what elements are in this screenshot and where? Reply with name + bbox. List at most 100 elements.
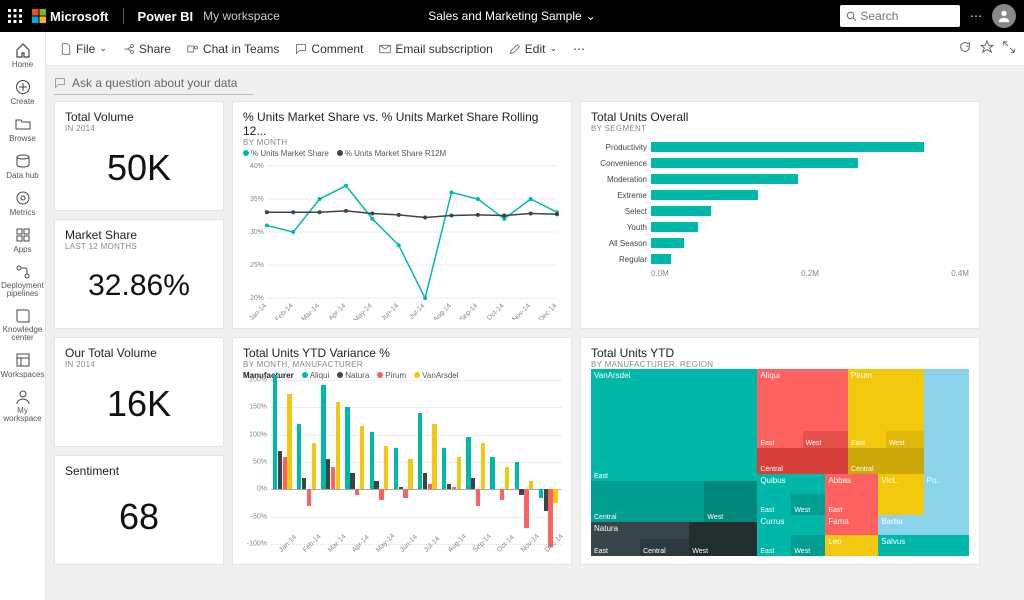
tile-title: % Units Market Share vs. % Units Market … [243, 110, 561, 138]
svg-text:30%: 30% [250, 229, 264, 236]
tile-subtitle: BY SEGMENT [591, 124, 969, 133]
report-title: Sales and Marketing Sample [428, 9, 581, 23]
microsoft-label: Microsoft [50, 9, 109, 24]
variance-chart: -100%-50%0%50%100%150%200%Jan-14Feb-14Ma… [243, 380, 561, 556]
line-legend: % Units Market Share % Units Market Shar… [243, 149, 561, 158]
nav-browse[interactable]: Browse [1, 112, 45, 147]
nav-label: Knowledge center [1, 326, 45, 342]
search-box[interactable] [840, 5, 960, 27]
tile-title: Total Units Overall [591, 110, 969, 124]
user-avatar[interactable] [992, 4, 1016, 28]
nav-workspaces[interactable]: Workspaces [1, 348, 45, 383]
legend-item: Natura [345, 371, 369, 380]
product-name: Power BI [138, 9, 194, 24]
svg-text:Jun-14: Jun-14 [380, 302, 400, 320]
tile-subtitle: BY MANUFACTURER, REGION [591, 360, 969, 369]
favorite-icon[interactable] [980, 40, 994, 57]
nav-datahub[interactable]: Data hub [1, 149, 45, 184]
qna-bar: Ask a question about your data [46, 66, 1024, 101]
pipeline-icon [15, 264, 31, 280]
tile-subtitle: LAST 12 MONTHS [65, 242, 213, 251]
refresh-icon[interactable] [958, 40, 972, 57]
legend-item: % Units Market Share R12M [345, 149, 446, 158]
tile-title: Total Units YTD Variance % [243, 346, 561, 360]
left-nav: Home Create Browse Data hub Metrics Apps… [0, 32, 46, 600]
share-button[interactable]: Share [117, 38, 177, 60]
teams-icon [187, 43, 199, 55]
nav-label: Apps [13, 245, 31, 254]
nav-label: Workspaces [1, 370, 45, 379]
kpi-value: 32.86% [65, 251, 213, 320]
nav-pipelines[interactable]: Deployment pipelines [1, 260, 45, 302]
svg-text:40%: 40% [250, 163, 264, 170]
chat-teams-button[interactable]: Chat in Teams [181, 38, 285, 60]
tile-subtitle: IN 2014 [65, 124, 213, 133]
file-label: File [76, 42, 95, 56]
comment-label: Comment [311, 42, 363, 56]
tile-total-volume[interactable]: Total Volume IN 2014 50K [54, 101, 224, 211]
report-title-dropdown[interactable]: Sales and Marketing Sample ⌄ [428, 9, 595, 23]
line-chart: 20%25%30%35%40%Jan-14Feb-14Mar-14Apr-14M… [243, 158, 561, 320]
nav-create[interactable]: Create [1, 75, 45, 110]
global-header: Microsoft Power BI My workspace Sales an… [0, 0, 1024, 32]
nav-metrics[interactable]: Metrics [1, 186, 45, 221]
file-menu[interactable]: File ⌄ [54, 38, 113, 60]
plus-circle-icon [15, 79, 31, 95]
kpi-value: 16K [65, 369, 213, 438]
variance-legend: Manufacturer Aliqui Natura Pirum VanArsd… [243, 371, 561, 380]
chevron-down-icon: ⌄ [586, 9, 596, 23]
svg-text:20%: 20% [250, 295, 264, 302]
edit-label: Edit [525, 42, 546, 56]
legend-item: VanArsdel [422, 371, 458, 380]
svg-text:Aug-14: Aug-14 [432, 302, 453, 320]
nav-apps[interactable]: Apps [1, 223, 45, 258]
search-icon [846, 10, 856, 22]
tile-our-total-volume[interactable]: Our Total Volume IN 2014 16K [54, 337, 224, 447]
comment-button[interactable]: Comment [289, 38, 369, 60]
tile-subtitle: IN 2014 [65, 360, 213, 369]
comment-icon [295, 43, 307, 55]
qna-input[interactable]: Ask a question about your data [54, 72, 254, 95]
chat-bubble-icon [54, 77, 66, 89]
tile-title: Sentiment [65, 464, 213, 478]
tile-market-share-line[interactable]: % Units Market Share vs. % Units Market … [232, 101, 572, 329]
chevron-down-icon: ⌄ [99, 43, 107, 54]
edit-button[interactable]: Edit⌄ [503, 38, 563, 60]
email-subscription-button[interactable]: Email subscription [373, 38, 498, 60]
svg-text:Mar-14: Mar-14 [301, 302, 322, 320]
workspace-name[interactable]: My workspace [203, 9, 280, 23]
nav-label: Home [12, 60, 33, 69]
nav-home[interactable]: Home [1, 38, 45, 73]
svg-text:Feb-14: Feb-14 [274, 302, 295, 320]
tile-market-share[interactable]: Market Share LAST 12 MONTHS 32.86% [54, 219, 224, 329]
svg-text:Nov-14: Nov-14 [511, 302, 532, 320]
app-launcher-icon[interactable] [8, 9, 22, 23]
main-area: File ⌄ Share Chat in Teams Comment Email … [46, 32, 1024, 600]
tile-title: Total Volume [65, 110, 213, 124]
target-icon [15, 190, 31, 206]
svg-text:Oct-14: Oct-14 [486, 302, 506, 320]
tile-subtitle: BY MONTH, MANUFACTURER [243, 360, 561, 369]
svg-text:May-14: May-14 [352, 302, 373, 320]
search-input[interactable] [860, 9, 954, 23]
dashboard-grid: Total Volume IN 2014 50K Market Share LA… [46, 101, 1024, 600]
more-options-icon[interactable]: ⋯ [970, 9, 982, 23]
mail-icon [379, 43, 391, 55]
apps-icon [15, 227, 31, 243]
tile-total-units-overall[interactable]: Total Units Overall BY SEGMENT Productiv… [580, 101, 980, 329]
database-icon [15, 153, 31, 169]
fullscreen-icon[interactable] [1002, 40, 1016, 57]
tile-sentiment[interactable]: Sentiment 68 [54, 455, 224, 565]
microsoft-logo: Microsoft [32, 9, 109, 24]
nav-knowledge[interactable]: Knowledge center [1, 304, 45, 346]
home-icon [15, 42, 31, 58]
tile-total-units-ytd[interactable]: Total Units YTD BY MANUFACTURER, REGION … [580, 337, 980, 565]
tile-variance[interactable]: Total Units YTD Variance % BY MONTH, MAN… [232, 337, 572, 565]
nav-my-workspace[interactable]: My workspace [1, 385, 45, 427]
more-toolbar-button[interactable]: ⋯ [567, 38, 591, 60]
barh-chart: ProductivityConvenienceModerationExtreme… [591, 133, 969, 320]
file-icon [60, 43, 72, 55]
chat-label: Chat in Teams [203, 42, 279, 56]
tile-title: Market Share [65, 228, 213, 242]
share-label: Share [139, 42, 171, 56]
